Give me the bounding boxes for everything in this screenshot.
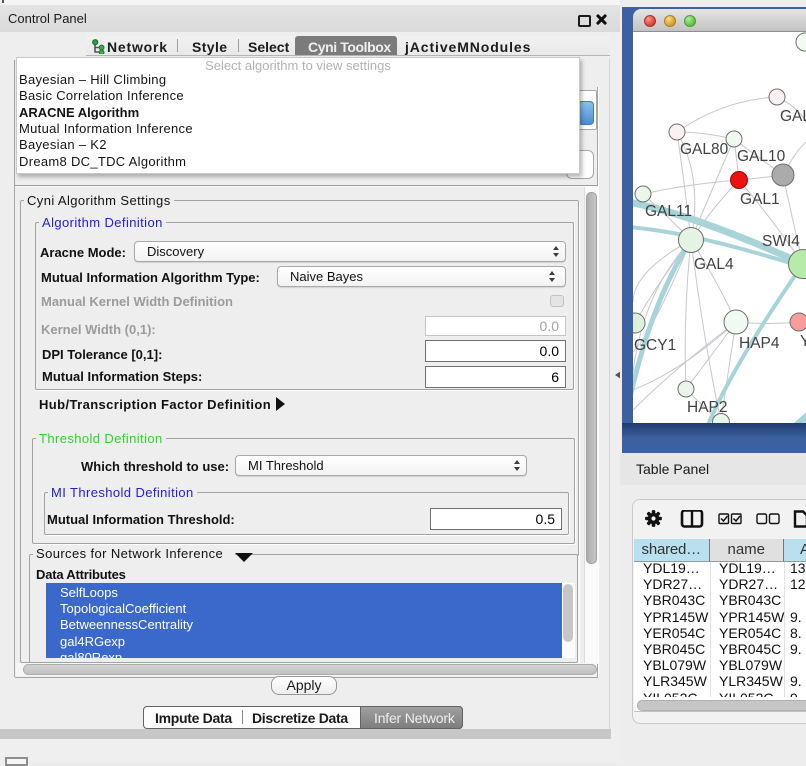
svg-text:GAL11: GAL11 [645,203,692,220]
svg-text:HAP2: HAP2 [687,399,728,416]
svg-text:GCY1: GCY1 [634,337,676,354]
svg-text:GAL1: GAL1 [740,191,780,208]
svg-text:GAL7: GAL7 [780,108,806,125]
svg-text:GAL4: GAL4 [694,256,734,273]
svg-text:SWI4: SWI4 [762,233,800,250]
svg-text:Y: Y [800,333,806,350]
svg-text:GAL80: GAL80 [680,141,729,158]
svg-text:GAL10: GAL10 [737,148,786,165]
svg-text:HAP4: HAP4 [739,335,780,352]
